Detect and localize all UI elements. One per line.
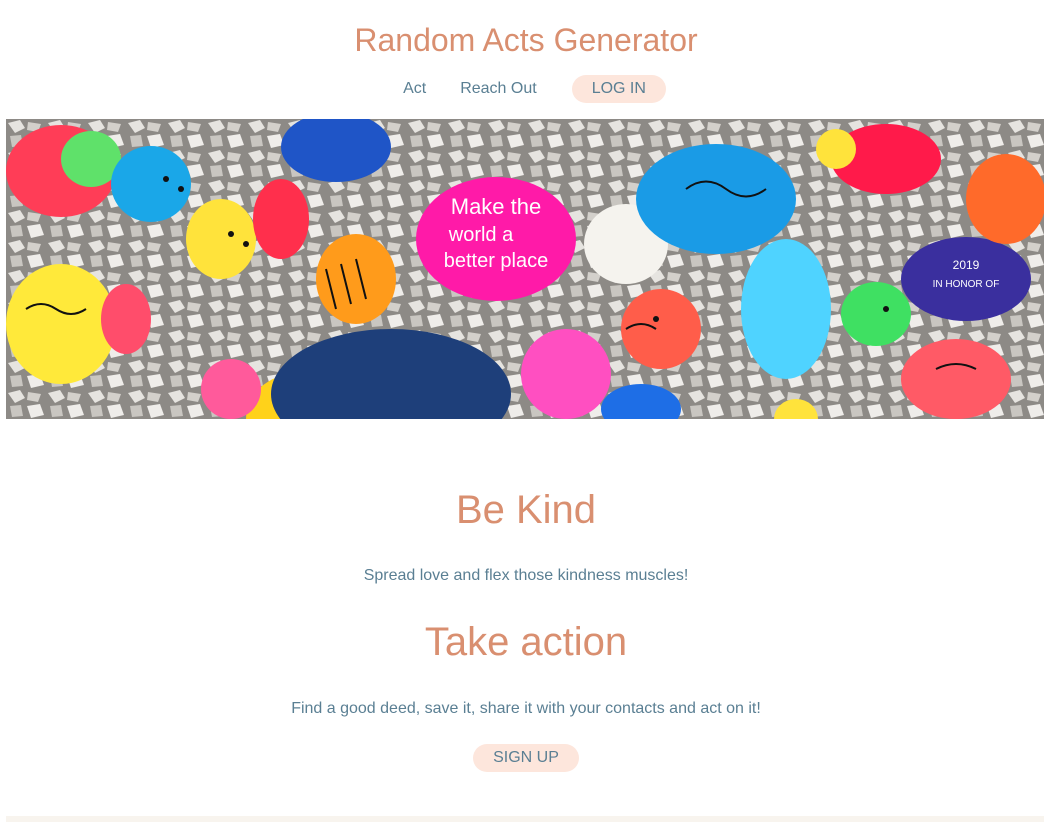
signup-container: SIGN UP bbox=[0, 744, 1052, 772]
site-title: Random Acts Generator bbox=[354, 22, 698, 58]
section-heading-take-action: Take action bbox=[424, 620, 628, 664]
section-heading-be-kind: Be Kind bbox=[455, 488, 597, 532]
svg-text:better place: better place bbox=[444, 250, 549, 272]
main-nav: Act Reach Out LOG IN bbox=[0, 75, 1052, 103]
hero-image: Make the world a better place 2019 IN HO… bbox=[6, 119, 1044, 419]
footer-strip bbox=[6, 816, 1044, 822]
svg-text:world a: world a bbox=[448, 224, 514, 246]
signup-button[interactable]: SIGN UP bbox=[473, 744, 579, 772]
svg-text:IN HONOR OF: IN HONOR OF bbox=[933, 279, 1000, 290]
painted-rocks-illustration: Make the world a better place 2019 IN HO… bbox=[6, 119, 1044, 419]
svg-text:2019: 2019 bbox=[953, 258, 980, 272]
section-text-be-kind: Spread love and flex those kindness musc… bbox=[363, 567, 689, 584]
page: Random Acts Generator Act Reach Out LOG … bbox=[0, 0, 1052, 822]
svg-text:Make the: Make the bbox=[451, 194, 542, 219]
nav-link-reach-out[interactable]: Reach Out bbox=[443, 75, 553, 103]
nav-link-act[interactable]: Act bbox=[386, 75, 443, 103]
section-text-take-action: Find a good deed, save it, share it with… bbox=[291, 700, 761, 717]
login-button[interactable]: LOG IN bbox=[571, 75, 666, 103]
